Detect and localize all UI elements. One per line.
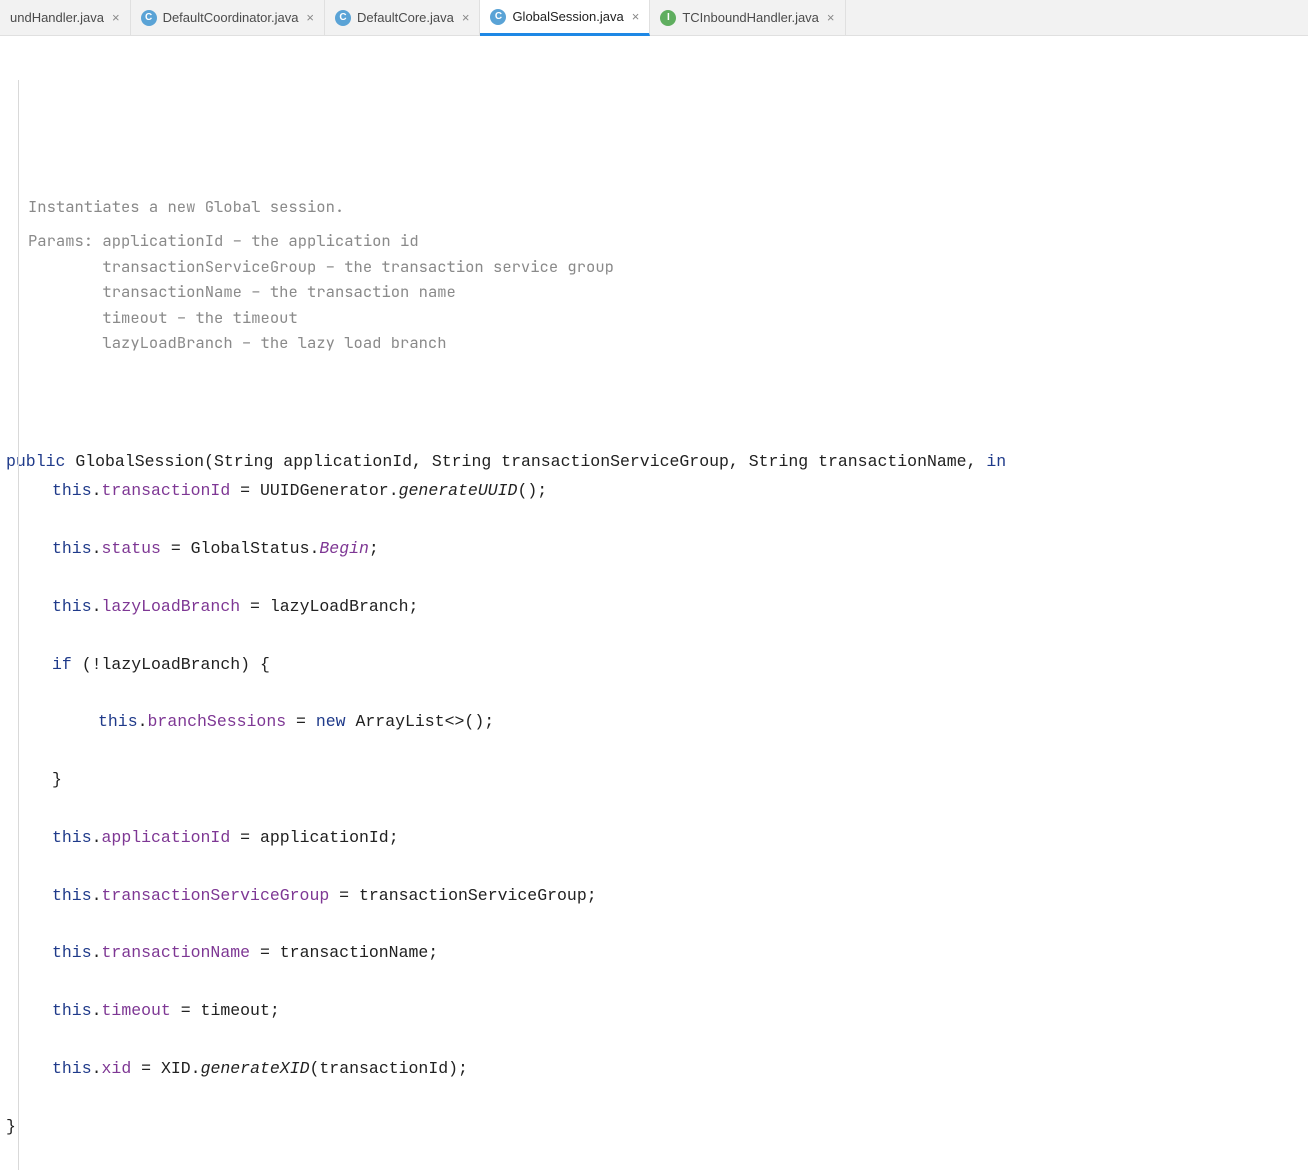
tab-defaultcoordinator[interactable]: C DefaultCoordinator.java × [131,0,325,35]
tab-label: undHandler.java [10,10,104,25]
tab-defaultcore[interactable]: C DefaultCore.java × [325,0,480,35]
code-line: this.lazyLoadBranch = lazyLoadBranch; [6,593,1308,622]
code-line: public GlobalSession(String applicationI… [6,452,1006,471]
code-line: this.transactionId = UUIDGenerator.gener… [6,477,1308,506]
tab-label: DefaultCore.java [357,10,454,25]
close-icon[interactable]: × [110,10,122,25]
interface-icon: I [660,10,676,26]
javadoc-params-list: applicationId – the application id trans… [102,228,614,356]
editor-tab-bar: undHandler.java × C DefaultCoordinator.j… [0,0,1308,36]
tab-label: TCInboundHandler.java [682,10,819,25]
class-icon: C [490,9,506,25]
class-icon: C [335,10,351,26]
tab-undhandler[interactable]: undHandler.java × [0,0,131,35]
code-line: this.branchSessions = new ArrayList<>(); [6,708,1308,737]
code-line: this.transactionServiceGroup = transacti… [6,882,1308,911]
code-line: } [6,766,1308,795]
close-icon[interactable]: × [460,10,472,25]
tab-label: DefaultCoordinator.java [163,10,299,25]
javadoc-summary: Instantiates a new Global session. [28,194,1308,220]
javadoc-params-label: Params: [28,228,93,356]
code-line: } [6,1117,16,1136]
code-line: this.status = GlobalStatus.Begin; [6,535,1308,564]
code-editor[interactable]: Instantiates a new Global session. Param… [0,36,1308,1170]
close-icon[interactable]: × [304,10,316,25]
close-icon[interactable]: × [825,10,837,25]
code-line: this.timeout = timeout; [6,997,1308,1026]
code-block[interactable]: public GlobalSession(String applicationI… [0,448,1308,1141]
tab-label: GlobalSession.java [512,9,623,24]
code-line: this.applicationId = applicationId; [6,824,1308,853]
code-line: this.transactionName = transactionName; [6,939,1308,968]
class-icon: C [141,10,157,26]
code-line: if (!lazyLoadBranch) { [6,651,1308,680]
indent-guide [18,80,19,1170]
tab-globalsession[interactable]: C GlobalSession.java × [480,0,650,36]
code-line: this.xid = XID.generateXID(transactionId… [6,1055,1308,1084]
javadoc-block: Instantiates a new Global session. Param… [28,194,1308,355]
tab-tcinboundhandler[interactable]: I TCInboundHandler.java × [650,0,845,35]
close-icon[interactable]: × [630,9,642,24]
